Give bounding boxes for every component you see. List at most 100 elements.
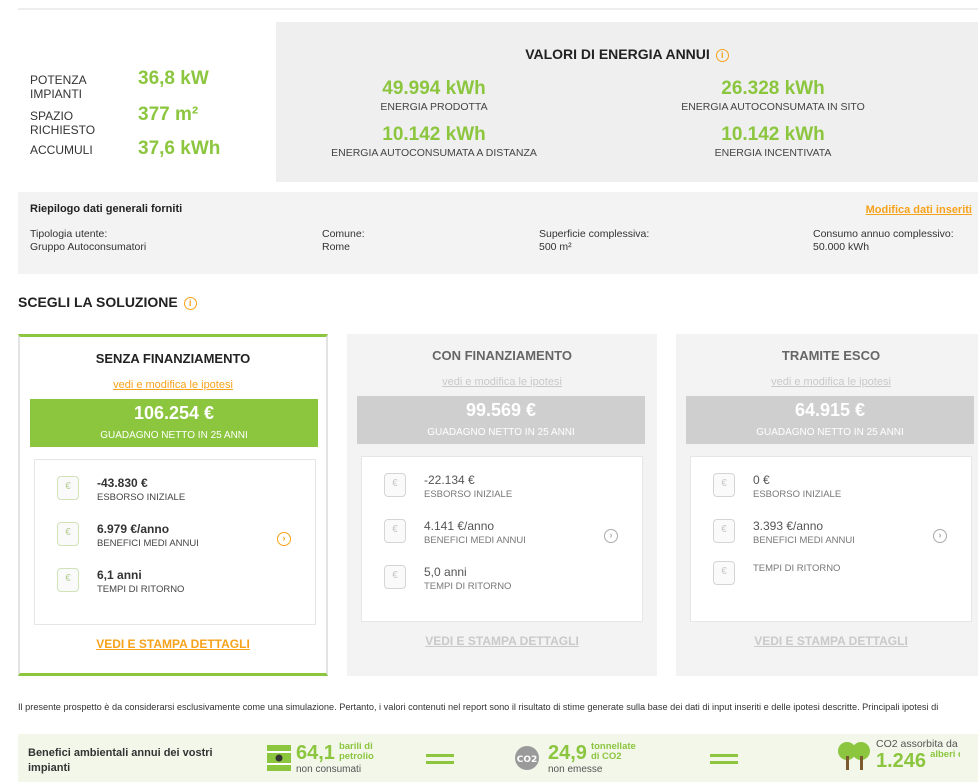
accumuli-value: 37,6 kWh	[138, 138, 221, 159]
money-bag-icon: €	[713, 519, 735, 543]
ipotesi-link[interactable]: vedi e modifica le ipotesi	[347, 376, 657, 388]
energia-incentivata: 10.142 kWh ENERGIA INCENTIVATA	[623, 124, 923, 159]
benefici-value: 6.979 €/anno	[97, 522, 170, 536]
oil-value: 64,1	[296, 742, 335, 764]
energy-caption: ENERGIA AUTOCONSUMATA A DISTANZA	[331, 147, 537, 159]
solution-card-senza-finanziamento[interactable]: SENZA FINANZIAMENTO vedi e modifica le i…	[18, 334, 328, 676]
ritorno-value: 5,0 anni	[424, 565, 467, 579]
esborso-value: 0 €	[753, 473, 770, 487]
equals-icon	[426, 754, 454, 764]
riepilogo-panel: Riepilogo dati generali forniti Modifica…	[18, 192, 978, 274]
system-summary: POTENZA IMPIANTI 36,8 kW SPAZIO RICHIEST…	[18, 22, 276, 182]
accumuli-label: ACCUMULI	[30, 143, 93, 157]
consumo-field: Consumo annuo complessivo: 50.000 kWh	[813, 228, 954, 254]
co2-value: 24,9	[548, 742, 587, 764]
energy-values-panel: VALORI DI ENERGIA ANNUI i 49.994 kWh ENER…	[276, 22, 978, 182]
solution-details: € -22.134 € ESBORSO INIZIALE € 4.141 €/an…	[361, 456, 643, 622]
ipotesi-link[interactable]: vedi e modifica le ipotesi	[676, 376, 978, 388]
disclaimer-text: Il presente prospetto è da considerarsi …	[18, 702, 939, 712]
net-gain-caption: GUADAGNO NETTO IN 25 ANNI	[100, 430, 248, 441]
field-value: 50.000 kWh	[813, 241, 870, 253]
trees-value: 1.246	[876, 750, 927, 772]
solutions-title: SCEGLI LA SOLUZIONE	[18, 294, 178, 310]
co2-unit: tonnellate di CO2	[590, 741, 636, 762]
trees-benefit: CO2 assorbita da 1.246 alberi d 10 anni	[836, 738, 960, 772]
coins-icon: €	[713, 473, 735, 497]
stopwatch-icon: €	[57, 568, 79, 592]
solution-details: € 0 € ESBORSO INIZIALE € 3.393 €/anno BENE…	[690, 456, 972, 622]
oil-unit: barili di petrolio	[338, 741, 374, 762]
net-gain-caption: GUADAGNO NETTO IN 25 ANNI	[427, 427, 575, 438]
stopwatch-icon: €	[713, 561, 735, 585]
net-gain-banner: 99.569 € GUADAGNO NETTO IN 25 ANNI	[357, 396, 645, 444]
spazio-label: SPAZIO RICHIESTO	[30, 109, 96, 137]
field-label: Tipologia utente:	[30, 228, 108, 240]
benefici-value: 4.141 €/anno	[424, 519, 495, 533]
net-gain-amount: 64.915 €	[794, 400, 866, 420]
ritorno-value: 6,1 anni	[97, 568, 142, 582]
vedi-stampa-dettagli-link[interactable]: VEDI E STAMPA DETTAGLI	[676, 634, 978, 648]
esborso-caption: ESBORSO INIZIALE	[424, 489, 513, 500]
environmental-benefits-bar: Benefici ambientali annui dei vostri imp…	[18, 734, 978, 782]
chevron-right-icon[interactable]: ›	[604, 529, 618, 543]
esborso-value: -22.134 €	[424, 473, 475, 487]
ritorno-caption: TEMPI DI RITORNO	[753, 563, 841, 574]
energy-caption: ENERGIA INCENTIVATA	[714, 147, 832, 159]
co2-cloud-icon: CO2	[515, 746, 539, 770]
energy-value: 10.142 kWh	[382, 124, 486, 145]
energy-value: 10.142 kWh	[721, 124, 825, 145]
energy-value: 26.328 kWh	[721, 78, 825, 99]
ritorno-row: € 5,0 anni TEMPI DI RITORNO	[384, 565, 511, 592]
field-value: 500 m²	[539, 241, 572, 253]
vedi-stampa-dettagli-link[interactable]: VEDI E STAMPA DETTAGLI	[20, 637, 326, 651]
spazio-value: 377 m²	[138, 104, 199, 125]
ritorno-caption: TEMPI DI RITORNO	[97, 584, 185, 595]
solution-card-tramite-esco[interactable]: TRAMITE ESCO vedi e modifica le ipotesi …	[676, 334, 978, 676]
energia-autoconsumata-distanza: 10.142 kWh ENERGIA AUTOCONSUMATA A DISTA…	[284, 124, 584, 159]
chevron-right-icon[interactable]: ›	[933, 529, 947, 543]
money-bag-icon: €	[57, 522, 79, 546]
coins-icon: €	[57, 476, 79, 500]
potenza-label: POTENZA IMPIANTI	[30, 73, 87, 101]
chevron-right-icon[interactable]: ›	[277, 532, 291, 546]
benefici-row: € 6.979 €/anno BENEFICI MEDI ANNUI	[57, 522, 199, 549]
solution-details: € -43.830 € ESBORSO INIZIALE € 6.979 €/an…	[34, 459, 316, 625]
energy-title-text: VALORI DI ENERGIA ANNUI	[525, 46, 710, 62]
spazio-metric: SPAZIO RICHIESTO 377 m²	[30, 104, 198, 137]
esborso-row: € -43.830 € ESBORSO INIZIALE	[57, 476, 185, 503]
money-bag-icon: €	[384, 519, 406, 543]
co2-benefit: CO2 24,9 tonnellate di CO2 non emesse	[512, 742, 643, 775]
solution-title: TRAMITE ESCO	[781, 348, 881, 363]
benefici-caption: BENEFICI MEDI ANNUI	[753, 535, 855, 546]
energy-caption: ENERGIA PRODOTTA	[380, 101, 488, 113]
field-label: Consumo annuo complessivo:	[813, 228, 954, 240]
esborso-caption: ESBORSO INIZIALE	[97, 492, 186, 503]
benefici-caption: BENEFICI MEDI ANNUI	[424, 535, 526, 546]
accumuli-metric: ACCUMULI 37,6 kWh	[30, 138, 220, 160]
energia-prodotta: 49.994 kWh ENERGIA PRODOTTA	[284, 78, 584, 113]
solutions-heading: SCEGLI LA SOLUZIONE i	[18, 294, 197, 310]
esborso-caption: ESBORSO INIZIALE	[753, 489, 842, 500]
info-icon[interactable]: i	[183, 297, 197, 310]
energy-caption: ENERGIA AUTOCONSUMATA IN SITO	[681, 101, 865, 113]
oil-barrel-icon	[267, 745, 291, 771]
net-gain-amount: 99.569 €	[465, 400, 537, 420]
net-gain-caption: GUADAGNO NETTO IN 25 ANNI	[756, 427, 904, 438]
comune-field: Comune: Rome	[322, 228, 365, 254]
ipotesi-link[interactable]: vedi e modifica le ipotesi	[20, 379, 326, 391]
benefici-row: € 3.393 €/anno BENEFICI MEDI ANNUI	[713, 519, 855, 546]
riepilogo-title: Riepilogo dati generali forniti	[30, 203, 183, 215]
vedi-stampa-dettagli-link[interactable]: VEDI E STAMPA DETTAGLI	[347, 634, 657, 648]
solution-title: CON FINANZIAMENTO	[432, 348, 572, 363]
ritorno-row: € TEMPI DI RITORNO	[713, 561, 840, 585]
energy-title: VALORI DI ENERGIA ANNUI i	[276, 46, 978, 62]
tipologia-field: Tipologia utente: Gruppo Autoconsumatori	[30, 228, 146, 254]
equals-icon	[710, 754, 738, 764]
info-icon[interactable]: i	[715, 49, 729, 62]
net-gain-banner: 64.915 € GUADAGNO NETTO IN 25 ANNI	[686, 396, 974, 444]
field-value: Gruppo Autoconsumatori	[30, 241, 147, 253]
potenza-value: 36,8 kW	[138, 68, 209, 89]
ritorno-caption: TEMPI DI RITORNO	[424, 581, 512, 592]
modifica-dati-link[interactable]: Modifica dati inseriti	[866, 204, 972, 216]
solution-card-con-finanziamento[interactable]: CON FINANZIAMENTO vedi e modifica le ipo…	[347, 334, 657, 676]
